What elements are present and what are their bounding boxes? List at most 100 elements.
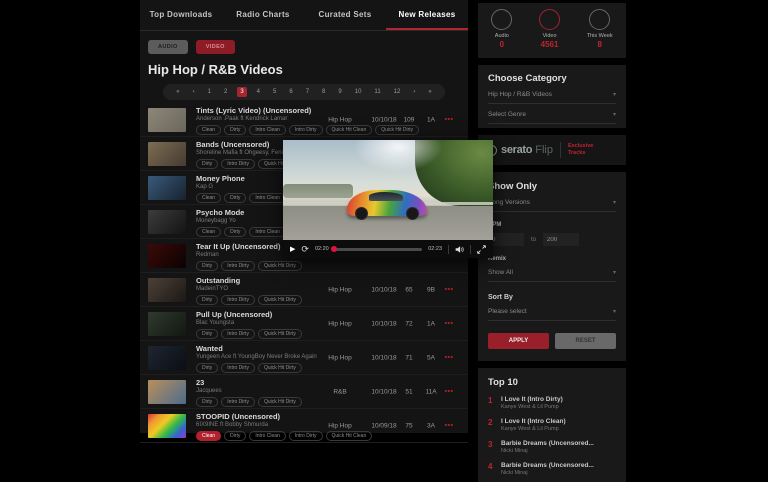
track-more-menu[interactable]: •••	[437, 320, 461, 327]
pagination-item-1[interactable]: 1	[205, 87, 214, 97]
track-thumbnail[interactable]	[148, 414, 186, 438]
tag-pill[interactable]: Intro Clean	[249, 125, 285, 135]
pagination-item-8[interactable]: 8	[319, 87, 328, 97]
fullscreen-icon[interactable]	[477, 245, 486, 254]
video-frame[interactable]	[283, 140, 493, 240]
tag-pill[interactable]: Quick Hit Dirty	[375, 125, 419, 135]
track-row[interactable]: Tints (Lyric Video) (Uncensored) Anderso…	[140, 103, 468, 137]
tag-pill[interactable]: Dirty	[196, 397, 218, 407]
tag-pill[interactable]: Quick Hit Clean	[326, 125, 373, 135]
tag-pill[interactable]: Dirty	[224, 125, 246, 135]
pagination-item-4[interactable]: 4	[254, 87, 263, 97]
tag-pill[interactable]: Dirty	[224, 193, 246, 203]
track-title[interactable]: 23	[196, 378, 456, 387]
track-title[interactable]: Tints (Lyric Video) (Uncensored)	[196, 106, 456, 115]
tag-pill[interactable]: Intro Dirty	[221, 159, 255, 169]
track-row[interactable]: 23 Jacquees DirtyIntro DirtyQuick Hit Di…	[140, 375, 468, 409]
track-title[interactable]: Outstanding	[196, 276, 456, 285]
track-more-menu[interactable]: •••	[437, 354, 461, 361]
pagination-item-5[interactable]: 5	[270, 87, 279, 97]
track-row[interactable]: Pull Up (Uncensored) Blac Youngsta Dirty…	[140, 307, 468, 341]
top10-item[interactable]: 4 Barbie Dreams (Uncensored... Nicki Min…	[488, 462, 616, 476]
track-thumbnail[interactable]	[148, 346, 186, 370]
pagination-item-›[interactable]: ›	[410, 87, 418, 97]
tag-pill[interactable]: Quick Hit Dirty	[258, 329, 302, 339]
loop-icon[interactable]: ⟳	[301, 245, 309, 254]
track-thumbnail[interactable]	[148, 142, 186, 166]
tag-pill[interactable]: Intro Dirty	[221, 363, 255, 373]
tag-pill[interactable]: Intro Dirty	[221, 397, 255, 407]
tag-pill[interactable]: Quick Hit Dirty	[258, 261, 302, 271]
tag-pill[interactable]: Clean	[196, 193, 221, 203]
track-title[interactable]: Pull Up (Uncensored)	[196, 310, 456, 319]
tag-pill[interactable]: Quick Hit Dirty	[258, 397, 302, 407]
tag-pill[interactable]: Dirty	[196, 329, 218, 339]
tag-pill[interactable]: Dirty	[224, 227, 246, 237]
pagination-item-«[interactable]: «	[173, 87, 182, 97]
top10-item[interactable]: 1 I Love It (Intro Dirty) Kanye West & L…	[488, 396, 616, 410]
tag-pill[interactable]: Intro Dirty	[221, 329, 255, 339]
track-thumbnail[interactable]	[148, 108, 186, 132]
track-row[interactable]: Wanted Yungeen Ace ft YoungBoy Never Bro…	[140, 341, 468, 375]
tag-pill[interactable]: Clean	[196, 125, 221, 135]
pagination-item-»[interactable]: »	[425, 87, 434, 97]
tab-curated-sets[interactable]: Curated Sets	[304, 0, 386, 30]
bpm-min-input[interactable]	[488, 233, 524, 246]
pagination-item-3[interactable]: 3	[237, 87, 246, 97]
pagination-item-2[interactable]: 2	[221, 87, 230, 97]
sort-by-select[interactable]: Please select ▾	[488, 301, 616, 321]
track-title[interactable]: Wanted	[196, 344, 456, 353]
tag-pill[interactable]: Dirty	[196, 363, 218, 373]
track-more-menu[interactable]: •••	[437, 388, 461, 395]
track-thumbnail[interactable]	[148, 380, 186, 404]
track-thumbnail[interactable]	[148, 176, 186, 200]
tab-radio-charts[interactable]: Radio Charts	[222, 0, 304, 30]
pagination-item-7[interactable]: 7	[303, 87, 312, 97]
song-versions-select[interactable]: Song Versions ▾	[488, 192, 616, 212]
track-thumbnail[interactable]	[148, 244, 186, 268]
bpm-max-input[interactable]	[543, 233, 579, 246]
tag-pill[interactable]: Intro Clean	[249, 193, 285, 203]
remix-select[interactable]: Show All ▾	[488, 262, 616, 282]
pagination-item-6[interactable]: 6	[286, 87, 295, 97]
tag-pill[interactable]: Dirty	[196, 295, 218, 305]
track-thumbnail[interactable]	[148, 210, 186, 234]
tag-pill[interactable]: Intro Dirty	[221, 295, 255, 305]
pagination-item-9[interactable]: 9	[335, 87, 344, 97]
pagination-item-11[interactable]: 11	[371, 87, 383, 97]
tab-new-releases[interactable]: New Releases	[386, 0, 468, 30]
track-thumbnail[interactable]	[148, 278, 186, 302]
track-more-menu[interactable]: •••	[437, 116, 461, 123]
genre-select[interactable]: Select Genre ▾	[488, 104, 616, 124]
tag-pill[interactable]: Quick Hit Dirty	[258, 363, 302, 373]
pagination-item-10[interactable]: 10	[352, 87, 365, 97]
track-row[interactable]: Outstanding MadeinTYO DirtyIntro DirtyQu…	[140, 273, 468, 307]
tag-pill[interactable]: Dirty	[196, 261, 218, 271]
top10-item[interactable]: 3 Barbie Dreams (Uncensored... Nicki Min…	[488, 440, 616, 454]
bpm-to-label: to	[531, 237, 536, 243]
tag-pill[interactable]: Intro Dirty	[289, 125, 323, 135]
category-select[interactable]: Hip Hop / R&B Videos ▾	[488, 84, 616, 104]
play-icon[interactable]: ▶	[290, 246, 295, 253]
volume-icon[interactable]	[455, 245, 464, 254]
track-row[interactable]: STOOPID (Uncensored) 6IX9INE ft Bobby Sh…	[140, 409, 468, 443]
video-toggle-button[interactable]: VIDEO	[196, 40, 235, 54]
top10-item[interactable]: 2 I Love It (Intro Clean) Kanye West & L…	[488, 418, 616, 432]
tag-pill[interactable]: Quick Hit Dirty	[258, 295, 302, 305]
pagination-item-12[interactable]: 12	[391, 87, 404, 97]
tag-pill[interactable]: Dirty	[196, 159, 218, 169]
tag-pill[interactable]: Intro Dirty	[221, 261, 255, 271]
pagination-item-‹[interactable]: ‹	[190, 87, 198, 97]
reset-button[interactable]: RESET	[555, 333, 616, 349]
track-title[interactable]: STOOPID (Uncensored)	[196, 412, 456, 421]
track-more-menu[interactable]: •••	[437, 422, 461, 429]
tab-top-downloads[interactable]: Top Downloads	[140, 0, 222, 30]
track-more-menu[interactable]: •••	[437, 286, 461, 293]
apply-button[interactable]: APPLY	[488, 333, 549, 349]
track-thumbnail[interactable]	[148, 312, 186, 336]
progress-bar[interactable]	[335, 248, 423, 251]
tag-pill[interactable]: Intro Clean	[249, 227, 285, 237]
serato-banner[interactable]: serato Flip Exclusive Tracks	[478, 135, 626, 165]
tag-pill[interactable]: Clean	[196, 227, 221, 237]
audio-toggle-button[interactable]: AUDIO	[148, 40, 188, 54]
